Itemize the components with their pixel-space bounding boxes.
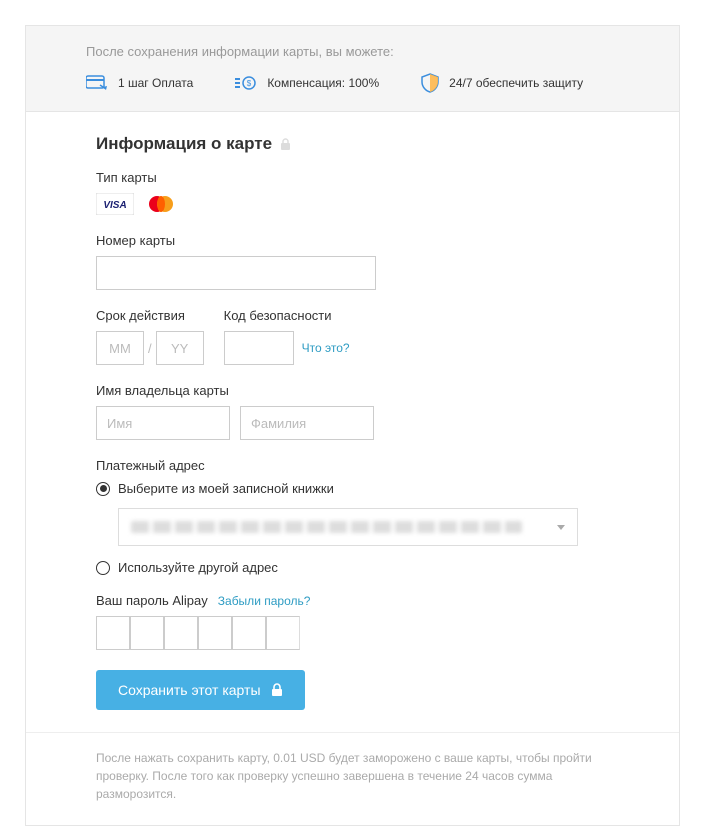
lock-icon <box>280 138 291 151</box>
benefit-label: 24/7 обеспечить защиту <box>449 76 583 90</box>
section-title: Информация о карте <box>96 134 609 154</box>
refund-icon: $ <box>235 74 257 92</box>
security-code-label: Код безопасности <box>224 308 350 323</box>
pw-digit[interactable] <box>198 616 232 650</box>
expiry-year-input[interactable] <box>156 331 204 365</box>
billing-option-other[interactable]: Используйте другой адрес <box>96 560 609 575</box>
first-name-input[interactable] <box>96 406 230 440</box>
shield-icon <box>421 73 439 93</box>
benefit-protection: 24/7 обеспечить защиту <box>421 73 583 93</box>
expiry-separator: / <box>148 341 152 356</box>
card-form-container: После сохранения информации карты, вы мо… <box>25 25 680 826</box>
card-icon <box>86 75 108 91</box>
benefits-bar: После сохранения информации карты, вы мо… <box>26 26 679 112</box>
chevron-down-icon <box>557 525 565 530</box>
whats-this-link[interactable]: Что это? <box>302 341 350 355</box>
benefit-one-step: 1 шаг Оплата <box>86 75 193 91</box>
footer-note: После нажать сохранить карту, 0.01 USD б… <box>26 732 679 825</box>
benefit-label: Компенсация: 100% <box>267 76 379 90</box>
pw-digit[interactable] <box>232 616 266 650</box>
address-dropdown[interactable] <box>118 508 578 546</box>
save-card-button[interactable]: Сохранить этот карты <box>96 670 305 710</box>
forgot-password-link[interactable]: Забыли пароль? <box>218 594 311 608</box>
radio-checked-icon <box>96 482 110 496</box>
billing-label: Платежный адрес <box>96 458 609 473</box>
visa-icon: VISA <box>96 193 134 215</box>
pw-digit[interactable] <box>266 616 300 650</box>
radio-unchecked-icon <box>96 561 110 575</box>
selected-address-redacted <box>131 521 522 533</box>
alipay-password-label: Ваш пароль Alipay <box>96 593 208 608</box>
benefits-title: После сохранения информации карты, вы мо… <box>86 44 649 59</box>
svg-text:VISA: VISA <box>103 200 126 211</box>
billing-option-addressbook[interactable]: Выберите из моей записной книжки <box>96 481 609 496</box>
expiry-label: Срок действия <box>96 308 204 323</box>
lock-icon <box>271 683 283 697</box>
pw-digit[interactable] <box>130 616 164 650</box>
benefit-compensation: $ Компенсация: 100% <box>235 74 379 92</box>
expiry-month-input[interactable] <box>96 331 144 365</box>
svg-text:$: $ <box>247 79 252 88</box>
security-code-input[interactable] <box>224 331 294 365</box>
last-name-input[interactable] <box>240 406 374 440</box>
pw-digit[interactable] <box>164 616 198 650</box>
alipay-password-input[interactable] <box>96 616 609 650</box>
mastercard-icon <box>144 193 178 215</box>
card-type-label: Тип карты <box>96 170 609 185</box>
card-number-input[interactable] <box>96 256 376 290</box>
benefit-label: 1 шаг Оплата <box>118 76 193 90</box>
pw-digit[interactable] <box>96 616 130 650</box>
card-number-label: Номер карты <box>96 233 609 248</box>
holder-label: Имя владельца карты <box>96 383 609 398</box>
